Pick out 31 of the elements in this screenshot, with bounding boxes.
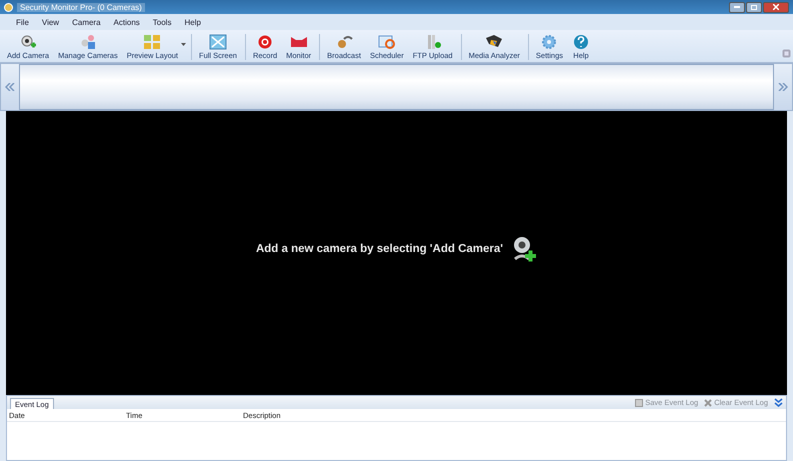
minimize-button[interactable] [729,2,745,12]
clear-icon [704,398,712,406]
gear-icon [540,34,558,50]
menu-item[interactable]: File [16,18,29,26]
fullscreen-icon [208,34,227,50]
menu-item[interactable]: Help [184,18,201,26]
empty-message: Add a new camera by selecting 'Add Camera' [256,243,504,255]
double-left-icon [5,83,15,91]
help-icon [572,34,590,50]
menu-item[interactable]: Camera [72,18,101,26]
webcam-icon [19,34,38,50]
caret-icon[interactable] [181,43,186,47]
double-right-icon [778,83,788,91]
maximize-icon [751,4,757,10]
broadcast-icon [335,34,354,50]
calendar-icon [378,34,396,50]
close-button[interactable] [763,2,789,12]
people-icon [78,34,97,50]
add-webcam-icon [511,235,538,263]
menu-item[interactable]: Actions [114,18,140,26]
maximize-button[interactable] [746,2,762,12]
menu-item[interactable]: Tools [152,18,172,26]
save-icon [635,398,644,406]
layout-icon [143,34,162,50]
window-title: Security Monitor Pro- (0 Cameras) [17,2,145,12]
menu-item[interactable]: View [42,18,60,26]
minimize-icon [734,6,740,8]
collapse-icon[interactable] [774,398,783,407]
close-icon [773,4,779,10]
app-icon [4,2,13,12]
record-icon [256,34,274,50]
